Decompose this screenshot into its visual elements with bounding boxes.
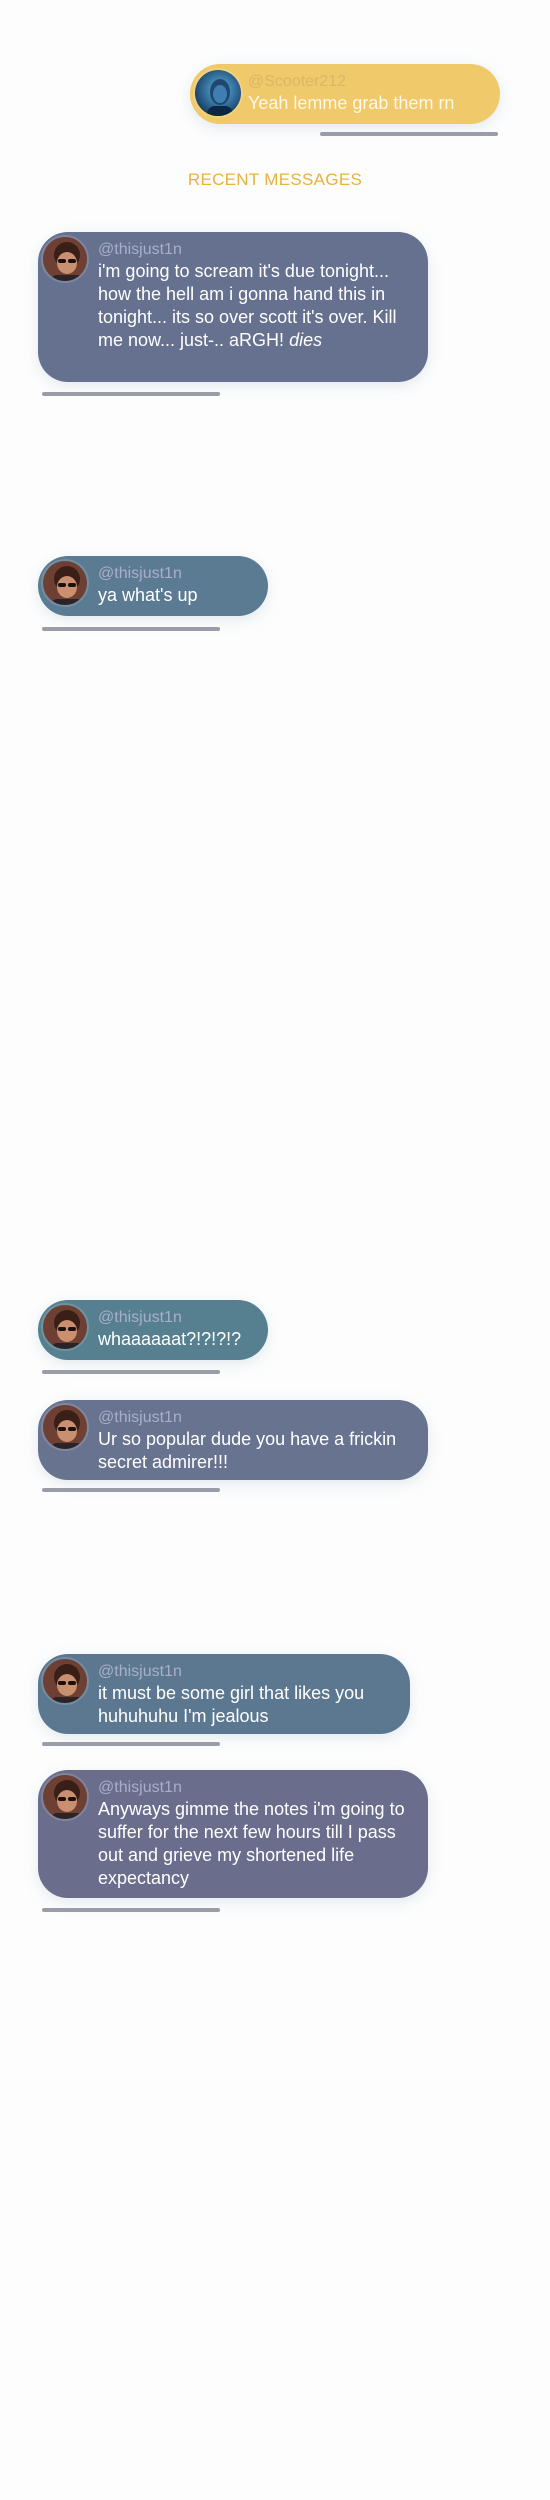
message-text-emphasis: dies: [289, 330, 323, 350]
thisjust1n-avatar-icon[interactable]: [41, 1303, 89, 1351]
section-title: RECENT MESSAGES: [187, 170, 363, 189]
message-handle[interactable]: @thisjust1n: [98, 564, 254, 584]
message-divider: [42, 1370, 220, 1374]
own-message: @Scooter212 Yeah lemme grab them rn: [190, 64, 500, 136]
thisjust1n-avatar-icon[interactable]: [41, 1403, 89, 1451]
message-text: ya what's up: [98, 585, 198, 605]
message-text: Anyways gimme the notes i'm going to suf…: [98, 1799, 405, 1888]
message-item: @thisjust1n ya what's up: [38, 556, 268, 631]
message-bubble[interactable]: @thisjust1n i'm going to scream it's due…: [38, 232, 428, 382]
message-bubble[interactable]: @thisjust1n Anyways gimme the notes i'm …: [38, 1770, 428, 1898]
message-item: @thisjust1n Ur so popular dude you have …: [38, 1400, 428, 1492]
message-handle[interactable]: @thisjust1n: [98, 1778, 414, 1798]
message-text: Ur so popular dude you have a frickin se…: [98, 1429, 397, 1472]
message-handle[interactable]: @thisjust1n: [98, 1662, 396, 1682]
own-message-bubble[interactable]: @Scooter212 Yeah lemme grab them rn: [190, 64, 500, 124]
message-bubble[interactable]: @thisjust1n Ur so popular dude you have …: [38, 1400, 428, 1480]
message-text: whaaaaaat?!?!?!?: [98, 1329, 242, 1349]
message-bubble[interactable]: @thisjust1n ya what's up: [38, 556, 268, 616]
message-item: @thisjust1n it must be some girl that li…: [38, 1654, 410, 1746]
message-divider: [42, 1908, 220, 1912]
scooter-avatar-icon[interactable]: [193, 68, 243, 118]
message-bubble[interactable]: @thisjust1n whaaaaaat?!?!?!?: [38, 1300, 268, 1360]
own-handle[interactable]: @Scooter212: [248, 72, 486, 92]
message-bubble[interactable]: @thisjust1n it must be some girl that li…: [38, 1654, 410, 1734]
thisjust1n-avatar-icon[interactable]: [41, 559, 89, 607]
message-text: i'm going to scream it's due tonight... …: [98, 261, 397, 350]
message-handle[interactable]: @thisjust1n: [98, 1308, 254, 1328]
message-divider: [42, 1742, 220, 1746]
message-divider: [42, 392, 220, 396]
own-message-divider: [320, 132, 498, 136]
message-divider: [42, 627, 220, 631]
thisjust1n-avatar-icon[interactable]: [41, 1657, 89, 1705]
message-handle[interactable]: @thisjust1n: [98, 1408, 414, 1428]
message-item: @thisjust1n whaaaaaat?!?!?!?: [38, 1300, 268, 1374]
own-message-text: Yeah lemme grab them rn: [248, 93, 455, 113]
thisjust1n-avatar-icon[interactable]: [41, 1773, 89, 1821]
thisjust1n-avatar-icon[interactable]: [41, 235, 89, 283]
message-item: @thisjust1n i'm going to scream it's due…: [38, 232, 428, 396]
message-text: it must be some girl that likes you huhu…: [98, 1683, 365, 1726]
message-handle[interactable]: @thisjust1n: [98, 240, 414, 260]
message-item: @thisjust1n Anyways gimme the notes i'm …: [38, 1770, 428, 1912]
message-divider: [42, 1488, 220, 1492]
